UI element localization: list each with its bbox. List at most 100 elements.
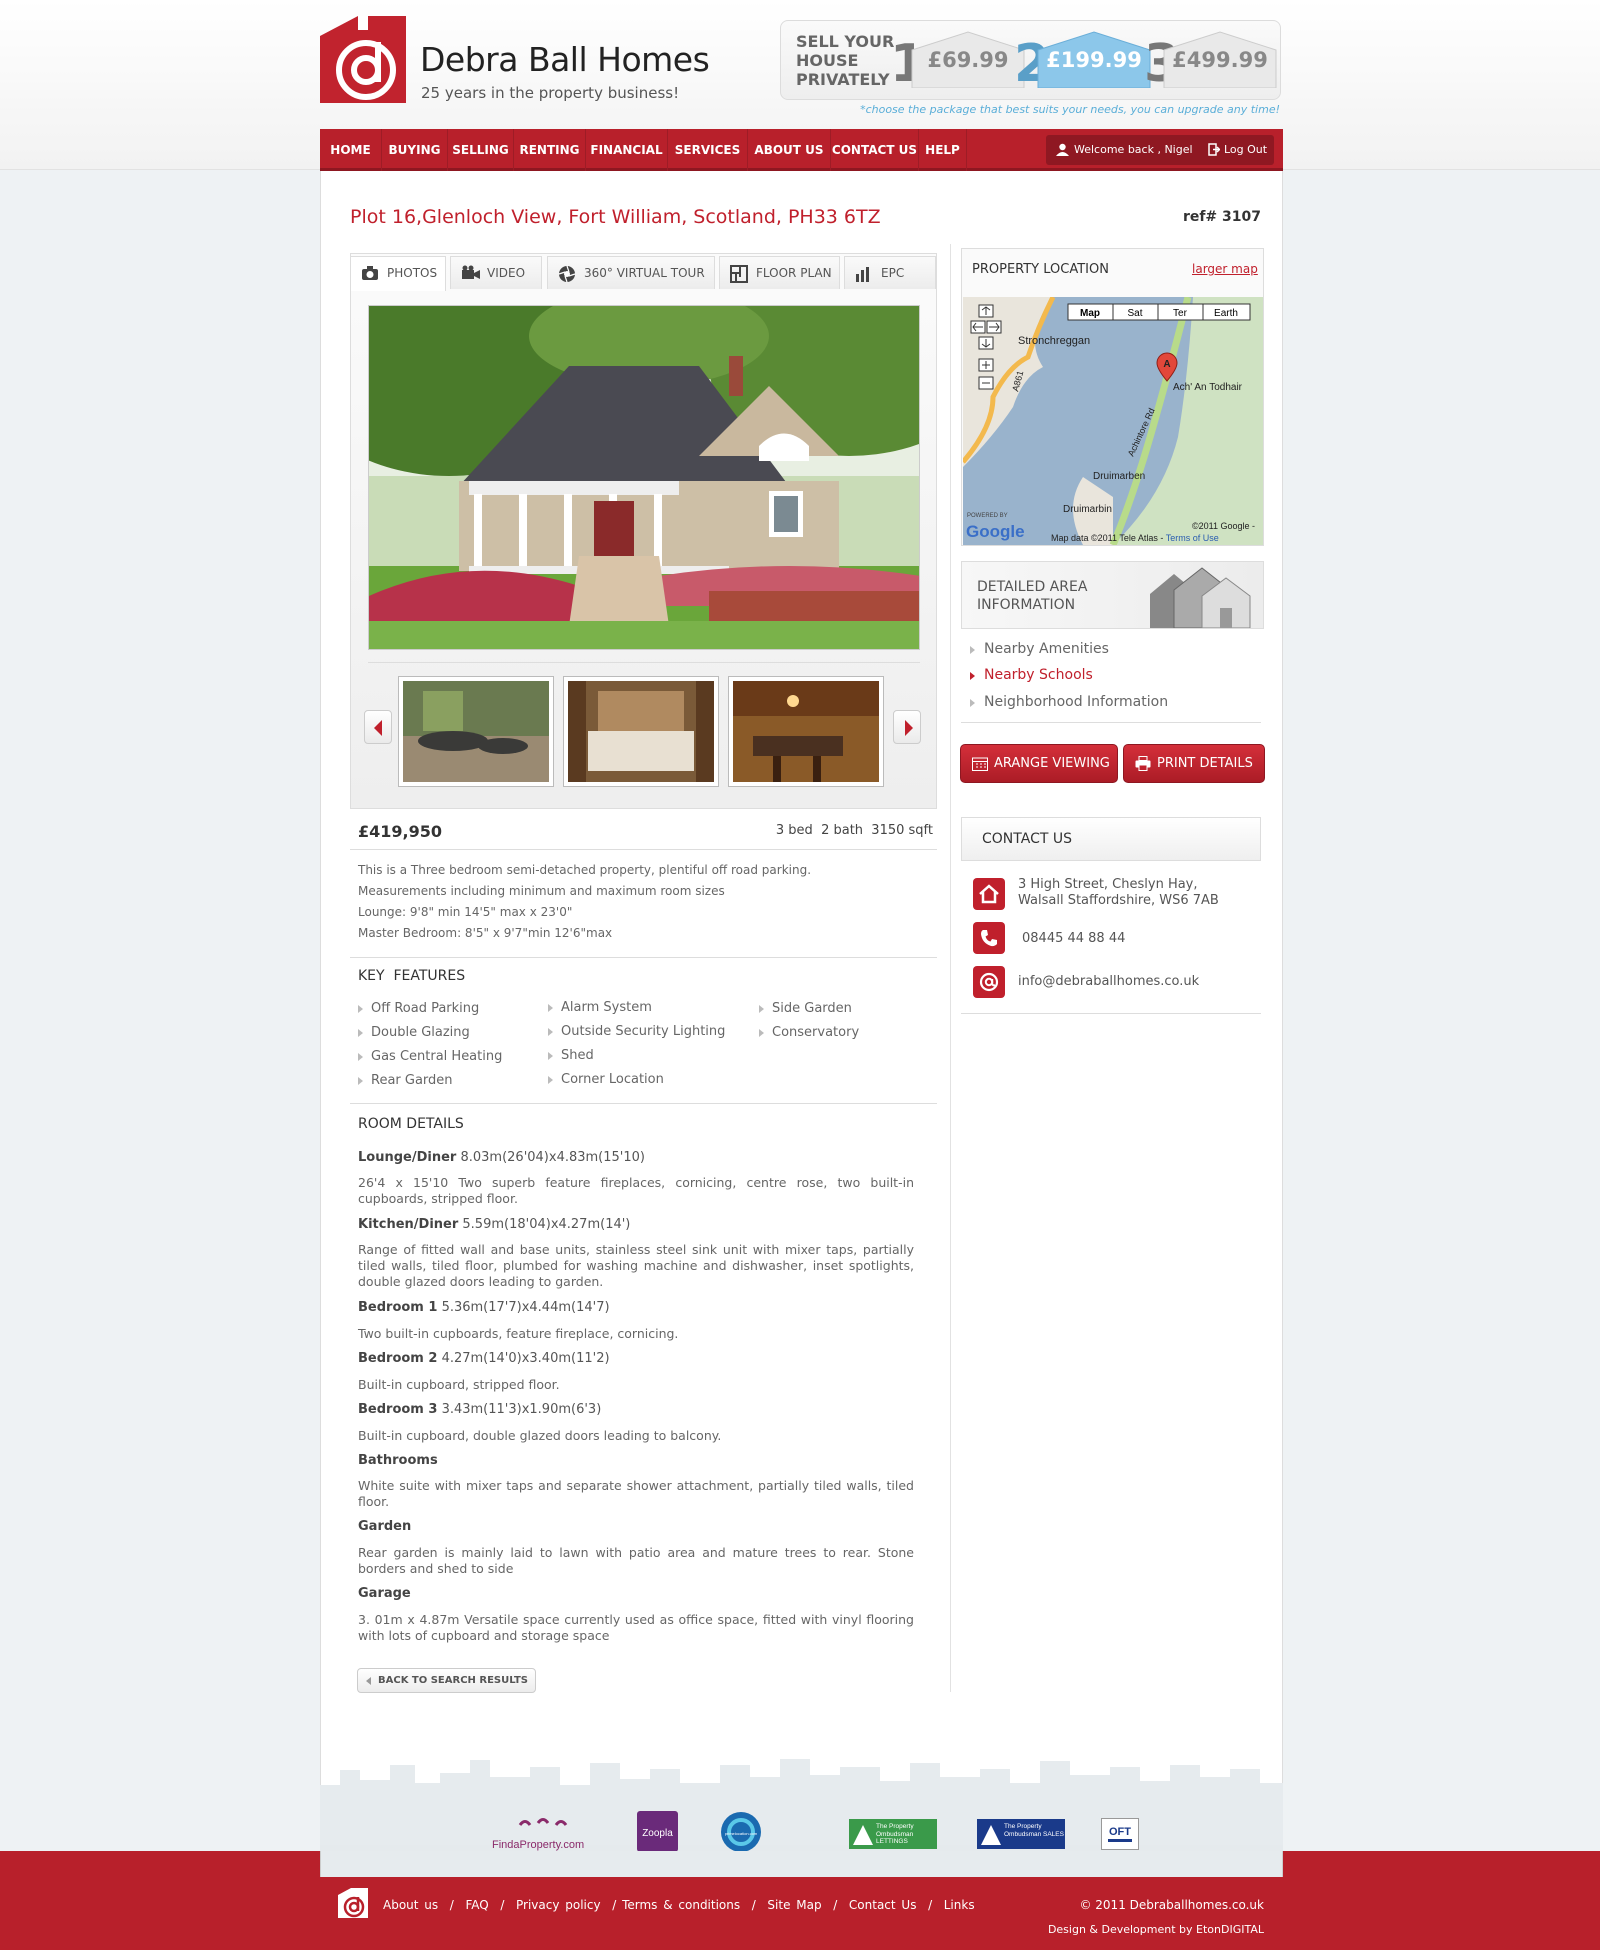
nav-services[interactable]: SERVICES <box>668 129 748 171</box>
room-size: 8.03m(26'04)x4.83m(15'10) <box>460 1150 645 1165</box>
camera-icon <box>362 266 378 280</box>
partner-zoopla[interactable]: Zoopla <box>637 1811 678 1852</box>
nav-home[interactable]: HOME <box>320 129 382 171</box>
thumb-next-button[interactable] <box>893 710 921 744</box>
partner-name: OFT <box>1109 1826 1131 1838</box>
room-heading: Kitchen/Diner 5.59m(18'04)x4.27m(14') <box>358 1217 630 1232</box>
brand-name[interactable]: Debra Ball Homes <box>420 40 710 79</box>
feature-item: Rear Garden <box>358 1073 453 1088</box>
room-heading: Garage <box>358 1586 411 1601</box>
tab-label: PHOTOS <box>387 266 438 280</box>
main-property-photo[interactable] <box>368 305 920 650</box>
room-description: Two built-in cupboards, feature fireplac… <box>358 1326 679 1341</box>
description-line: This is a Three bedroom semi-detached pr… <box>358 863 812 877</box>
contact-address-line: 3 High Street, Cheslyn Hay, <box>1018 877 1198 892</box>
key-features-title: KEY FEATURES <box>358 968 466 984</box>
room-size: 3.43m(11'3)x1.90m(6'3) <box>441 1402 602 1417</box>
print-details-button[interactable]: PRINT DETAILS <box>1123 744 1265 783</box>
package-1-button[interactable]: £69.99 <box>910 30 1026 88</box>
room-name: Garden <box>358 1519 412 1534</box>
partner-ombudsman-sales[interactable]: The Property Ombudsman SALES <box>977 1819 1065 1849</box>
room-size: 5.36m(17'7)x4.44m(14'7) <box>441 1300 610 1315</box>
tab-photos[interactable]: PHOTOS <box>350 256 446 291</box>
thumb-prev-button[interactable] <box>364 710 392 744</box>
link-nearby-amenities[interactable]: Nearby Amenities <box>970 641 1109 657</box>
package-3-button[interactable]: £499.99 <box>1162 30 1278 88</box>
tab-floor-plan[interactable]: FLOOR PLAN <box>719 256 840 289</box>
bar-chart-icon <box>856 267 869 282</box>
feature-item: Gas Central Heating <box>358 1049 502 1064</box>
footer-logo-icon[interactable] <box>338 1888 368 1918</box>
map-type-controls[interactable]: Map Sat Ter Earth <box>1067 303 1251 321</box>
back-to-search-button[interactable]: BACK TO SEARCH RESULTS <box>357 1668 536 1693</box>
map-powered-by: POWERED BY <box>967 513 1008 519</box>
map-data-credit: Map data ©2011 Tele Atlas - Terms of Use <box>1051 533 1219 543</box>
contact-phone[interactable]: 08445 44 88 44 <box>1022 931 1125 947</box>
partner-primelocation[interactable]: primelocation.com <box>720 1811 762 1853</box>
nav-financial[interactable]: FINANCIAL <box>586 129 668 171</box>
partner-findaproperty[interactable]: FindaProperty.com <box>490 1815 600 1855</box>
partner-name: The Property Ombudsman LETTINGS <box>876 1823 914 1845</box>
room-heading: Bedroom 2 4.27m(14'0)x3.40m(11'2) <box>358 1351 610 1366</box>
user-icon <box>1056 143 1069 160</box>
nav-about-us[interactable]: ABOUT US <box>748 129 831 171</box>
tab-epc[interactable]: EPC <box>844 256 936 289</box>
footer-links[interactable]: About us / FAQ / Privacy policy / Terms … <box>383 1898 975 1912</box>
feature-item: Side Garden <box>759 1001 852 1016</box>
room-name: Bathrooms <box>358 1453 438 1468</box>
floor-plan-icon <box>730 265 748 283</box>
nav-selling[interactable]: SELLING <box>448 129 514 171</box>
welcome-text: Welcome back , Nigel <box>1074 143 1193 156</box>
room-name: Lounge/Diner <box>358 1150 457 1165</box>
print-label: PRINT DETAILS <box>1157 756 1253 771</box>
arrange-label: ARANGE VIEWING <box>994 756 1110 771</box>
map-data-text: Map data ©2011 Tele Atlas - <box>1051 533 1166 543</box>
room-details-title: ROOM DETAILS <box>358 1116 464 1132</box>
partner-oft[interactable]: OFT <box>1101 1818 1139 1850</box>
tab-label: 360° VIRTUAL TOUR <box>584 266 705 280</box>
contact-email[interactable]: info@debraballhomes.co.uk <box>1018 974 1199 990</box>
feature-item: Conservatory <box>759 1025 859 1040</box>
thumbnail-bedroom[interactable] <box>563 676 719 787</box>
footer-panel-base <box>320 1851 1283 1877</box>
partner-name: primelocation.com <box>725 1831 758 1836</box>
nav-buying[interactable]: BUYING <box>382 129 448 171</box>
tab-video[interactable]: VIDEO <box>450 256 542 289</box>
nav-renting[interactable]: RENTING <box>514 129 586 171</box>
map-type-option: Ter <box>1173 308 1188 319</box>
feature-item: Outside Security Lighting <box>548 1024 725 1039</box>
thumbnail-kitchen[interactable] <box>728 676 884 787</box>
room-description: 26'4 x 15'10 Two superb feature fireplac… <box>358 1175 914 1206</box>
google-logo: Google <box>966 522 1025 541</box>
package-2-button[interactable]: £199.99 <box>1036 30 1152 88</box>
map-place-label: Druimarben <box>1093 471 1145 482</box>
link-neighborhood-info[interactable]: Neighborhood Information <box>970 694 1168 710</box>
column-divider <box>950 244 951 1692</box>
room-heading: Bathrooms <box>358 1453 438 1468</box>
description-line: Lounge: 9'8" min 14'5" max x 23'0" <box>358 905 573 919</box>
logout-icon <box>1208 143 1221 160</box>
map-place-label: Druimarbin <box>1063 504 1112 515</box>
thumbnail-patio[interactable] <box>398 676 554 787</box>
room-name: Kitchen/Diner <box>358 1217 459 1232</box>
home-icon <box>973 878 1005 910</box>
nav-contact-us[interactable]: CONTACT US <box>831 129 919 171</box>
larger-map-link[interactable]: larger map <box>1192 262 1258 276</box>
divider <box>350 957 937 958</box>
divider <box>350 849 937 850</box>
room-name: Bedroom 2 <box>358 1351 438 1366</box>
link-nearby-schools[interactable]: Nearby Schools <box>970 667 1093 683</box>
logout-link[interactable]: Log Out <box>1224 135 1267 165</box>
partner-ombudsman-lettings[interactable]: The Property Ombudsman LETTINGS <box>849 1819 937 1849</box>
package-price: £69.99 <box>927 48 1009 72</box>
calendar-icon <box>972 757 988 771</box>
room-size: 5.59m(18'04)x4.27m(14') <box>462 1217 631 1232</box>
arrange-viewing-button[interactable]: ARANGE VIEWING <box>960 744 1118 783</box>
tab-virtual-tour[interactable]: 360° VIRTUAL TOUR <box>547 256 715 289</box>
logo-icon[interactable] <box>320 16 406 103</box>
package-price: £199.99 <box>1046 48 1142 72</box>
location-map[interactable]: Stronchreggan Ach' An Todhair Druimarben… <box>963 297 1263 545</box>
nav-help[interactable]: HELP <box>919 129 967 171</box>
feature-item: Corner Location <box>548 1072 664 1087</box>
map-copyright: ©2011 Google - <box>1192 521 1255 531</box>
